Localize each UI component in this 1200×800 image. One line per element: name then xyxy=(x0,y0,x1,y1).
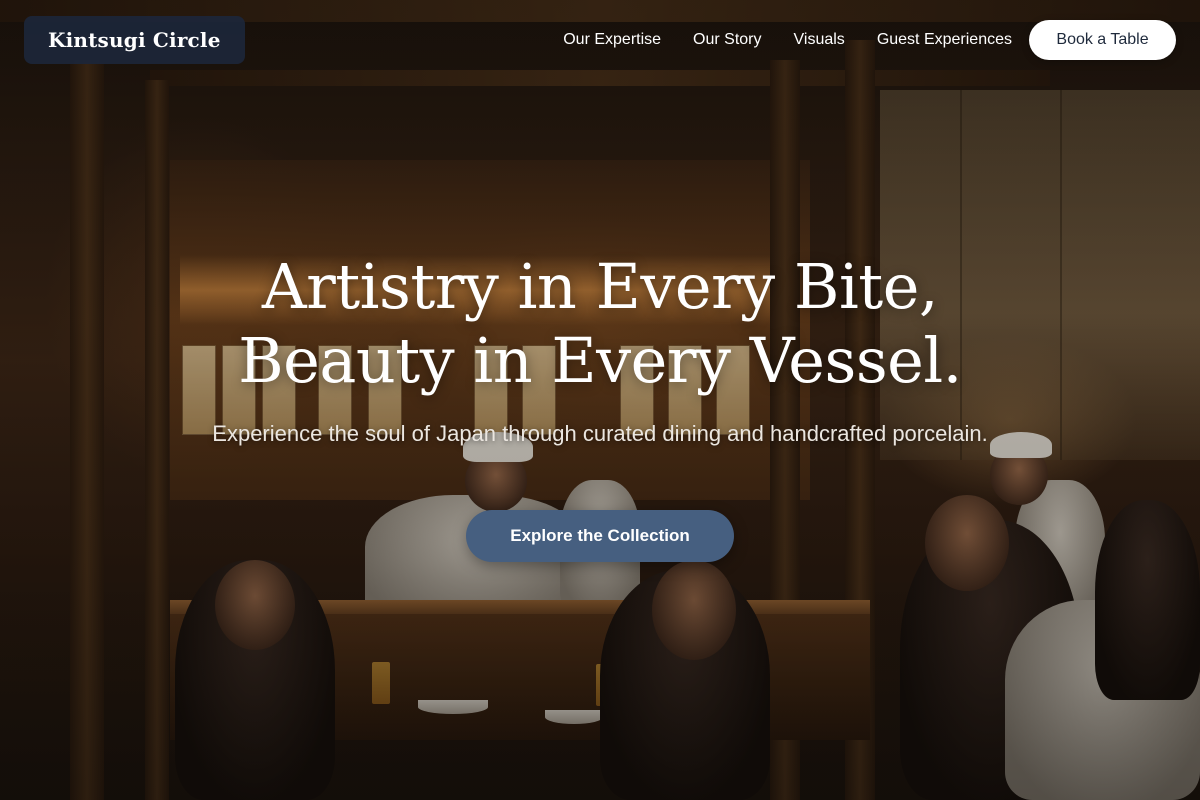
hero-subheadline: Experience the soul of Japan through cur… xyxy=(212,421,988,446)
hero-headline: Artistry in Every Bite, Beauty in Every … xyxy=(0,250,1200,398)
top-navigation: Kintsugi Circle Our Expertise Our Story … xyxy=(0,0,1200,80)
nav-link-visuals[interactable]: Visuals xyxy=(794,31,845,49)
nav-link-our-expertise[interactable]: Our Expertise xyxy=(563,31,661,49)
explore-collection-button[interactable]: Explore the Collection xyxy=(466,510,734,562)
hero-headline-line-1: Artistry in Every Bite, xyxy=(261,250,939,323)
dark-overlay xyxy=(0,0,1200,800)
hero-headline-line-2: Beauty in Every Vessel. xyxy=(238,324,962,397)
brand-logo[interactable]: Kintsugi Circle xyxy=(24,16,245,64)
nav-links: Our Expertise Our Story Visuals Guest Ex… xyxy=(563,22,1012,58)
book-table-button[interactable]: Book a Table xyxy=(1029,20,1176,60)
nav-link-guest-experiences[interactable]: Guest Experiences xyxy=(877,31,1012,49)
nav-link-our-story[interactable]: Our Story xyxy=(693,31,761,49)
hero-section: Kintsugi Circle Our Expertise Our Story … xyxy=(0,0,1200,800)
